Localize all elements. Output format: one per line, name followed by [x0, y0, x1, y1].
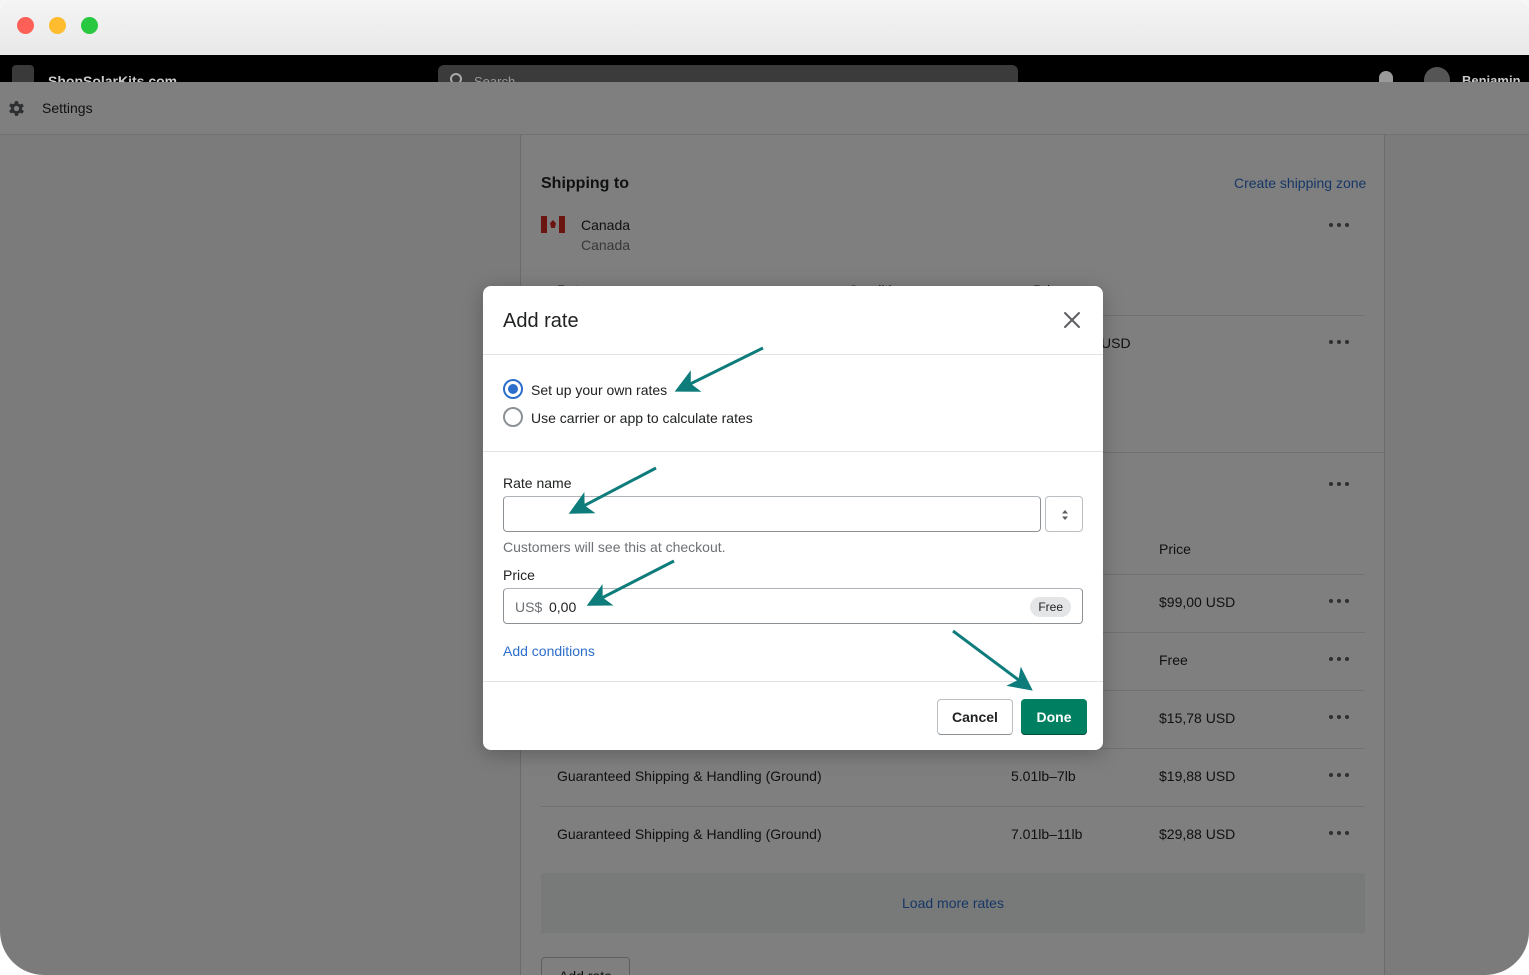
search-placeholder: Search: [474, 74, 516, 82]
search-icon: [450, 73, 462, 82]
modal-footer: Cancel Done: [483, 681, 1103, 750]
avatar[interactable]: [1424, 67, 1450, 82]
store-logo-icon[interactable]: [12, 65, 34, 82]
close-icon[interactable]: [1060, 308, 1084, 332]
cancel-button[interactable]: Cancel: [937, 699, 1013, 735]
modal-title: Add rate: [503, 310, 579, 332]
rate-name-input[interactable]: [503, 496, 1041, 532]
radio-carrier-rates[interactable]: [503, 407, 523, 427]
add-conditions-link[interactable]: Add conditions: [503, 643, 595, 659]
radio-own-rates[interactable]: [503, 379, 523, 399]
modal-header: Add rate: [483, 286, 1103, 355]
select-arrows-icon: [1062, 510, 1068, 520]
radio-own-rates-label[interactable]: Set up your own rates: [531, 382, 667, 398]
price-label: Price: [503, 567, 535, 583]
maximize-window-button[interactable]: [81, 17, 98, 34]
currency-prefix: US$: [515, 599, 543, 615]
add-rate-modal: Add rate Set up your own rates Use carri…: [483, 286, 1103, 750]
app-window: ShopSolarKits.com Search Benjamin Settin…: [0, 0, 1529, 975]
close-window-button[interactable]: [17, 17, 34, 34]
rate-name-label: Rate name: [503, 475, 572, 491]
notification-bell-icon[interactable]: [1379, 71, 1393, 82]
window-titlebar: [0, 0, 1529, 55]
radio-carrier-rates-label[interactable]: Use carrier or app to calculate rates: [531, 410, 753, 426]
minimize-window-button[interactable]: [49, 17, 66, 34]
price-value[interactable]: 0,00: [549, 599, 576, 615]
user-name[interactable]: Benjamin: [1462, 73, 1521, 82]
price-input[interactable]: US$ 0,00 Free: [503, 588, 1083, 624]
admin-topbar: ShopSolarKits.com Search Benjamin: [0, 55, 1529, 82]
free-badge: Free: [1030, 597, 1071, 617]
global-search[interactable]: Search: [438, 65, 1018, 82]
store-name[interactable]: ShopSolarKits.com: [48, 73, 177, 82]
rate-name-help-text: Customers will see this at checkout.: [503, 539, 726, 555]
rate-type-options: Set up your own rates Use carrier or app…: [483, 355, 1103, 452]
rate-name-select-button[interactable]: [1045, 496, 1083, 532]
done-button[interactable]: Done: [1021, 699, 1087, 735]
